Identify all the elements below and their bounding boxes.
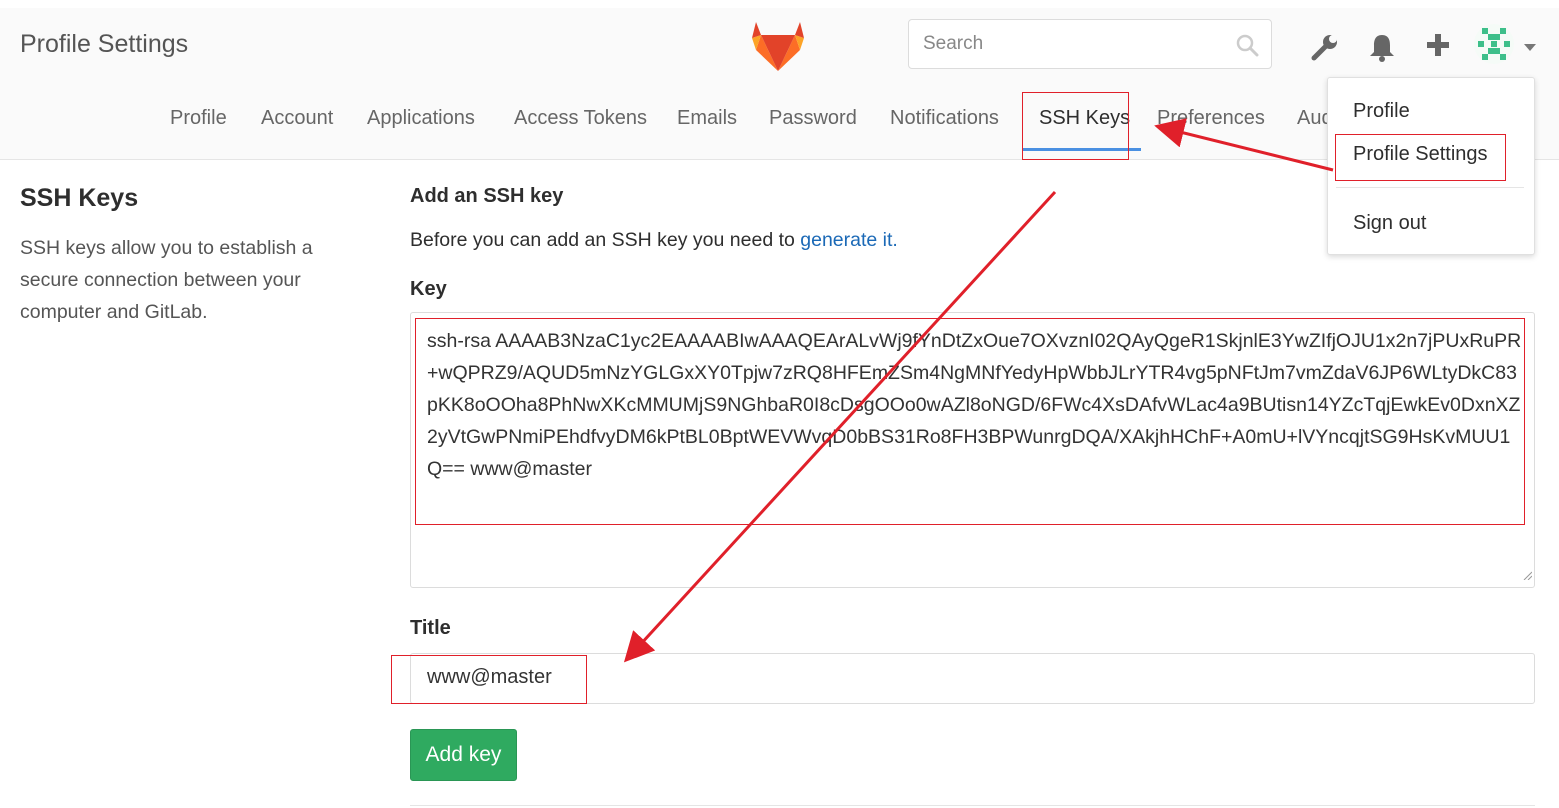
form-intro: Before you can add an SSH key you need t… — [410, 229, 898, 252]
tab-emails[interactable]: Emails — [677, 107, 737, 130]
header-bar: Profile Settings Search Profile Account … — [0, 8, 1559, 160]
chevron-down-icon[interactable] — [1524, 44, 1536, 51]
generate-it-link[interactable]: generate it. — [800, 229, 898, 251]
dropdown-item-profile-settings[interactable]: Profile Settings — [1353, 143, 1488, 166]
divider — [410, 805, 1535, 806]
bell-icon[interactable] — [1368, 32, 1396, 67]
sidebar-description: SSH keys allow you to establish a secure… — [20, 237, 313, 323]
add-key-button[interactable]: Add key — [410, 729, 517, 781]
resize-handle-icon[interactable] — [1522, 567, 1533, 585]
title-input[interactable]: www@master — [410, 653, 1535, 704]
gitlab-logo[interactable] — [750, 20, 806, 77]
tab-profile[interactable]: Profile — [170, 107, 227, 130]
tab-password[interactable]: Password — [769, 107, 857, 130]
search-input[interactable] — [921, 32, 1225, 56]
tab-preferences[interactable]: Preferences — [1157, 107, 1265, 130]
tab-account[interactable]: Account — [261, 107, 333, 130]
wrench-icon[interactable] — [1310, 32, 1340, 67]
tab-applications[interactable]: Applications — [367, 107, 475, 130]
sidebar-title: SSH Keys — [20, 184, 139, 212]
active-tab-indicator — [1023, 148, 1141, 151]
page-title: Profile Settings — [20, 30, 189, 58]
search-icon — [1235, 33, 1259, 62]
key-textarea[interactable]: ssh-rsa AAAAB3NzaC1yc2EAAAABIwAAAQEArALv… — [410, 312, 1535, 588]
search-box[interactable] — [908, 19, 1272, 69]
tab-notifications[interactable]: Notifications — [890, 107, 999, 130]
plus-icon[interactable] — [1425, 32, 1451, 63]
avatar[interactable] — [1474, 24, 1514, 64]
tab-access-tokens[interactable]: Access Tokens — [514, 107, 647, 130]
form-heading: Add an SSH key — [410, 185, 564, 207]
dropdown-item-sign-out[interactable]: Sign out — [1353, 212, 1426, 235]
dropdown-item-profile[interactable]: Profile — [1353, 100, 1410, 123]
form-intro-text: Before you can add an SSH key you need t… — [410, 229, 801, 251]
title-label: Title — [410, 617, 451, 639]
dropdown-divider — [1336, 187, 1524, 188]
tab-ssh-keys[interactable]: SSH Keys — [1039, 107, 1130, 130]
key-value: ssh-rsa AAAAB3NzaC1yc2EAAAABIwAAAQEArALv… — [427, 330, 1522, 480]
title-value: www@master — [427, 666, 552, 688]
key-label: Key — [410, 278, 447, 300]
user-dropdown-menu: Profile Profile Settings Sign out — [1327, 77, 1535, 255]
